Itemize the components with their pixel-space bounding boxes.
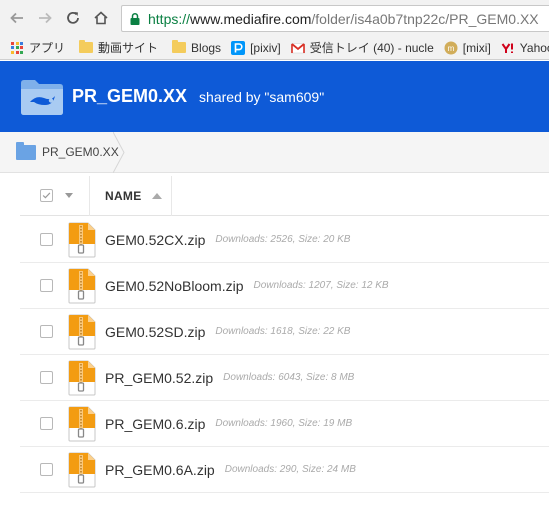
folder-icon — [16, 141, 36, 160]
mediafire-folder-icon — [20, 78, 64, 116]
file-meta: Downloads: 290, Size: 24 MB — [224, 464, 356, 475]
file-name[interactable]: PR_GEM0.52.zip — [105, 370, 213, 386]
sort-ascending-icon — [151, 192, 162, 199]
row-checkbox[interactable] — [40, 279, 53, 292]
file-row[interactable]: PR_GEM0.6.zip Downloads: 1960, Size: 19 … — [20, 401, 549, 447]
gmail-icon — [290, 41, 305, 55]
bookmark-label: 受信トレイ (40) - nucle — [309, 41, 434, 55]
row-checkbox[interactable] — [40, 463, 53, 476]
file-meta: Downloads: 1960, Size: 19 MB — [215, 418, 353, 429]
pixiv-icon — [231, 40, 246, 55]
row-checkbox[interactable] — [40, 325, 53, 338]
bookmark-label: アプリ — [29, 41, 66, 55]
row-checkbox[interactable] — [40, 417, 53, 430]
forward-arrow-icon — [39, 12, 52, 24]
reload-icon — [67, 11, 79, 24]
forward-button[interactable] — [34, 7, 56, 29]
browser-toolbar: https://www.mediafire.com/folder/is4a0b7… — [0, 0, 549, 36]
select-all-checkbox[interactable] — [40, 189, 53, 202]
bookmark-pixiv[interactable]: [pixiv] — [231, 40, 281, 55]
url-path: /folder/is4a0b7tnp22c/PR_GEM0.XX — [311, 10, 539, 27]
column-name-label: NAME — [105, 188, 142, 203]
url-host: www.mediafire.com — [190, 10, 312, 27]
file-name[interactable]: PR_GEM0.6A.zip — [105, 462, 215, 478]
zip-file-icon — [68, 452, 96, 488]
bookmark-yahoo[interactable]: Yahoo! — [501, 41, 549, 55]
bookmark-label: Yahoo! — [519, 40, 549, 55]
bookmark-label: 動画サイト — [98, 41, 159, 55]
file-meta: Downloads: 1207, Size: 12 KB — [253, 280, 389, 291]
file-name[interactable]: GEM0.52NoBloom.zip — [105, 278, 244, 294]
home-button[interactable] — [90, 7, 112, 29]
file-meta: Downloads: 2526, Size: 20 KB — [215, 234, 351, 245]
row-checkbox[interactable] — [40, 233, 53, 246]
home-icon — [94, 11, 108, 25]
file-row[interactable]: GEM0.52CX.zip Downloads: 2526, Size: 20 … — [20, 217, 549, 263]
back-arrow-icon — [10, 12, 23, 24]
bookmark-label: [mixi] — [462, 40, 491, 55]
back-button[interactable] — [6, 7, 28, 29]
folder-icon — [79, 40, 94, 55]
bookmark-video-sites[interactable]: 動画サイト — [79, 39, 158, 56]
file-name[interactable]: PR_GEM0.6.zip — [105, 416, 205, 432]
zip-file-icon — [68, 314, 96, 350]
breadcrumb: PR_GEM0.XX — [0, 132, 549, 173]
zip-file-icon — [68, 406, 96, 442]
url-scheme: https:// — [148, 10, 191, 27]
bookmarks-bar: アプリ 動画サイト Blogs [pixiv] 受信トレイ (40) - nuc… — [0, 36, 549, 60]
select-menu-caret-icon[interactable] — [65, 193, 73, 198]
file-meta: Downloads: 6043, Size: 8 MB — [223, 372, 355, 383]
file-list-header: NAME — [20, 175, 549, 216]
sort-by-name[interactable]: NAME — [90, 175, 172, 216]
yahoo-icon — [501, 41, 515, 55]
shared-by-text: shared by "sam609" — [199, 88, 325, 105]
select-all-cell — [20, 175, 90, 216]
file-name[interactable]: GEM0.52CX.zip — [105, 232, 205, 248]
zip-file-icon — [68, 268, 96, 304]
folder-title: PR_GEM0.XX — [72, 86, 188, 106]
zip-file-icon — [68, 222, 96, 258]
file-row[interactable]: PR_GEM0.52.zip Downloads: 6043, Size: 8 … — [20, 355, 549, 401]
lock-icon — [128, 12, 142, 26]
file-row[interactable]: GEM0.52SD.zip Downloads: 1618, Size: 22 … — [20, 309, 549, 355]
bookmark-blogs[interactable]: Blogs — [172, 40, 222, 55]
file-name[interactable]: GEM0.52SD.zip — [105, 324, 205, 340]
row-checkbox[interactable] — [40, 371, 53, 384]
address-bar[interactable]: https://www.mediafire.com/folder/is4a0b7… — [121, 5, 549, 32]
apps-grid-icon — [10, 41, 24, 55]
checkmark-icon — [42, 192, 51, 199]
folder-icon — [172, 40, 187, 55]
file-list: GEM0.52CX.zip Downloads: 2526, Size: 20 … — [20, 217, 549, 493]
file-row[interactable]: PR_GEM0.6A.zip Downloads: 290, Size: 24 … — [20, 447, 549, 493]
breadcrumb-item[interactable]: PR_GEM0.XX — [0, 132, 127, 173]
bookmark-mixi[interactable]: m [mixi] — [444, 41, 491, 55]
reload-button[interactable] — [62, 7, 84, 29]
bookmark-gmail[interactable]: 受信トレイ (40) - nucle — [290, 39, 434, 56]
breadcrumb-label: PR_GEM0.XX — [42, 145, 119, 159]
bookmark-label: [pixiv] — [250, 40, 281, 55]
bookmark-apps[interactable]: アプリ — [10, 39, 65, 56]
mixi-icon: m — [444, 41, 458, 55]
bookmark-label: Blogs — [191, 40, 222, 55]
file-row[interactable]: GEM0.52NoBloom.zip Downloads: 1207, Size… — [20, 263, 549, 309]
chevron-right-icon — [113, 132, 125, 173]
folder-header: PR_GEM0.XX shared by "sam609" — [0, 61, 549, 132]
zip-file-icon — [68, 360, 96, 396]
svg-text:m: m — [447, 44, 454, 53]
file-meta: Downloads: 1618, Size: 22 KB — [215, 326, 351, 337]
